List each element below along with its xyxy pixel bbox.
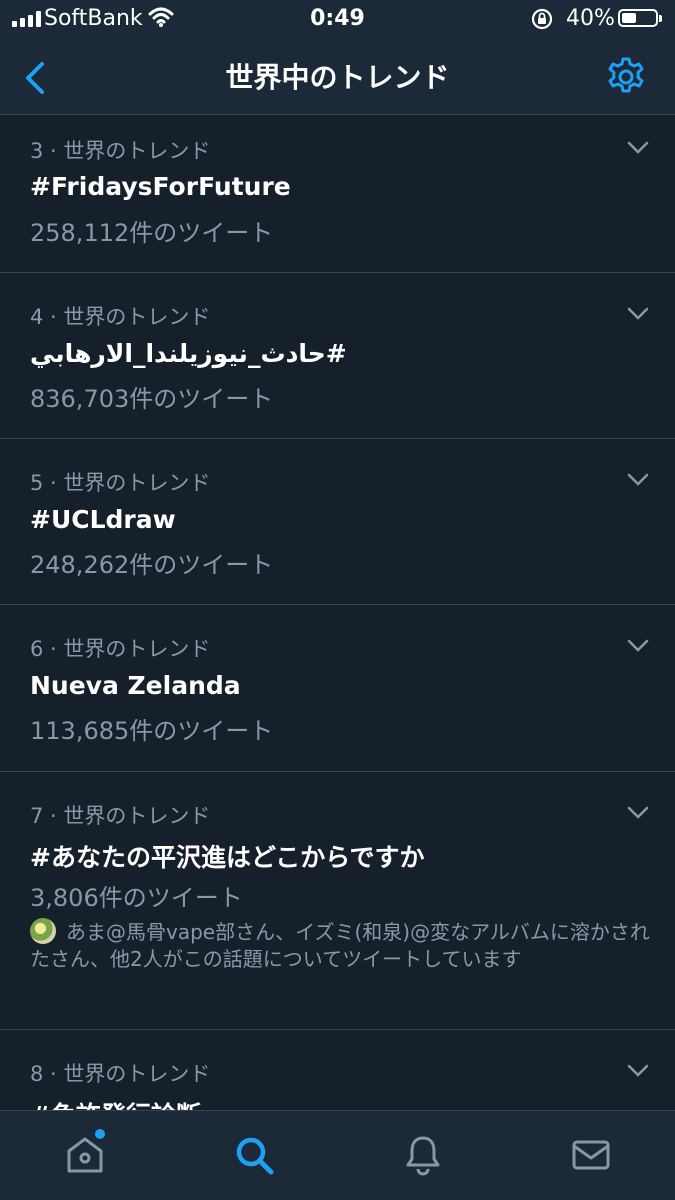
tab-bar: [0, 1110, 675, 1200]
chevron-down-icon[interactable]: [627, 639, 649, 653]
trend-item[interactable]: 6 · 世界のトレンド Nueva Zelanda 113,685件のツイート: [0, 605, 675, 772]
page-title: 世界中のトレンド: [225, 61, 450, 94]
trend-rank-label: 7 · 世界のトレンド: [30, 804, 211, 828]
trend-item[interactable]: 4 · 世界のトレンド #حادث_نيوزيلندا_الارهابي 836…: [0, 273, 675, 439]
trend-rank-label: 3 · 世界のトレンド: [30, 139, 211, 163]
trend-item[interactable]: 5 · 世界のトレンド #UCLdraw 248,262件のツイート: [0, 439, 675, 605]
navigation-header: 世界中のトレンド: [0, 40, 675, 115]
rotation-lock-icon: [531, 8, 553, 30]
trend-name: #あなたの平沢進はどこからですか: [30, 843, 425, 872]
trend-item[interactable]: 8 · 世界のトレンド #免許発行診断: [0, 1030, 675, 1110]
gear-icon[interactable]: [605, 56, 647, 98]
trend-rank-label: 5 · 世界のトレンド: [30, 471, 211, 495]
chevron-down-icon[interactable]: [627, 307, 649, 321]
trend-tweet-count: 836,703件のツイート: [30, 385, 274, 413]
battery-percentage: 40%: [566, 6, 615, 31]
notification-dot: [95, 1129, 105, 1139]
trend-rank-label: 4 · 世界のトレンド: [30, 305, 211, 329]
trend-context-text: あま@馬骨vape部さん、イズミ(和泉)@変なアルバムに溶かされたさん、他2人が…: [30, 920, 650, 971]
trend-name: #FridaysForFuture: [30, 172, 291, 201]
home-icon[interactable]: [63, 1133, 107, 1177]
search-icon[interactable]: [232, 1133, 276, 1177]
trend-social-context: あま@馬骨vape部さん、イズミ(和泉)@変なアルバムに溶かされたさん、他2人が…: [30, 918, 650, 973]
trends-list: 3 · 世界のトレンド #FridaysForFuture 258,112件のツ…: [0, 115, 675, 1110]
trend-name: #حادث_نيوزيلندا_الارهابي: [30, 339, 347, 368]
trend-name: #UCLdraw: [30, 505, 176, 534]
trend-tweet-count: 3,806件のツイート: [30, 884, 243, 912]
avatar[interactable]: [30, 918, 56, 944]
chevron-down-icon[interactable]: [627, 141, 649, 155]
chevron-down-icon[interactable]: [627, 1064, 649, 1078]
trend-tweet-count: 248,262件のツイート: [30, 551, 274, 579]
notifications-icon[interactable]: [401, 1133, 445, 1177]
trend-rank-label: 8 · 世界のトレンド: [30, 1062, 211, 1086]
trend-item[interactable]: 7 · 世界のトレンド #あなたの平沢進はどこからですか 3,806件のツイート…: [0, 772, 675, 1030]
trend-tweet-count: 258,112件のツイート: [30, 219, 274, 247]
chevron-down-icon[interactable]: [627, 806, 649, 820]
messages-icon[interactable]: [569, 1133, 613, 1177]
trend-name: #免許発行診断: [30, 1096, 201, 1110]
trend-item[interactable]: 3 · 世界のトレンド #FridaysForFuture 258,112件のツ…: [0, 115, 675, 273]
trend-name: Nueva Zelanda: [30, 671, 241, 700]
chevron-down-icon[interactable]: [627, 473, 649, 487]
trend-rank-label: 6 · 世界のトレンド: [30, 637, 211, 661]
status-bar: SoftBank 0:49 40%: [0, 0, 675, 40]
trend-tweet-count: 113,685件のツイート: [30, 717, 274, 745]
battery-icon: [618, 9, 662, 27]
